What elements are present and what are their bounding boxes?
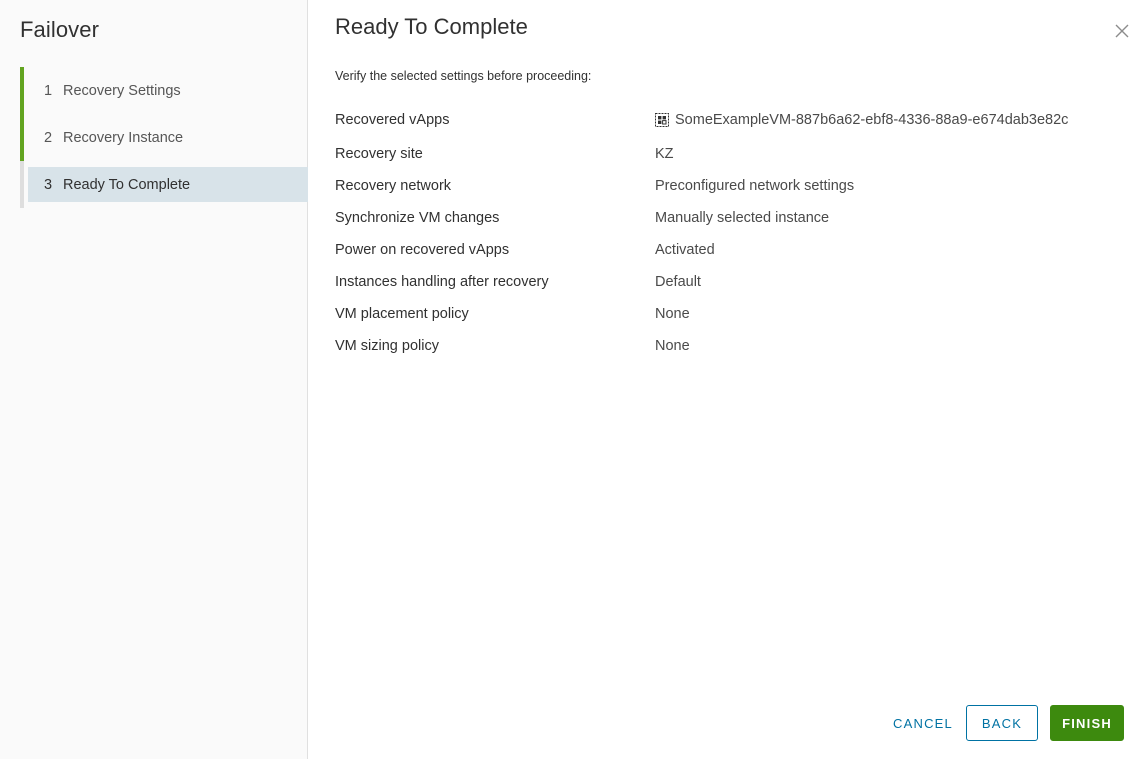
step-label: Ready To Complete [63,176,191,193]
step-number: 3 [44,176,53,193]
summary-row: Power on recovered vApps Activated [335,242,1135,274]
page-subtitle: Verify the selected settings before proc… [335,69,592,83]
summary-key: Instances handling after recovery [335,274,549,290]
summary-row: Recovered vApps SomeExampleVM-887b6a62-e… [335,112,1135,146]
step-progress-bar [20,114,24,161]
summary-value: Manually selected instance [655,210,830,226]
summary-row: Instances handling after recovery Defaul… [335,274,1135,306]
step-recovery-instance[interactable]: 2 Recovery Instance [20,114,308,161]
summary-row: VM sizing policy None [335,338,1135,370]
close-icon[interactable] [1113,22,1131,40]
summary-value: SomeExampleVM-887b6a62-ebf8-4336-88a9-e6… [655,112,1068,128]
summary-row: Recovery network Preconfigured network s… [335,178,1135,210]
summary-row: Synchronize VM changes Manually selected… [335,210,1135,242]
wizard-footer: CANCEL BACK FINISH [888,705,1124,741]
back-button[interactable]: BACK [966,705,1038,741]
summary-value: None [655,338,690,354]
wizard-steps: 1 Recovery Settings 2 Recovery Instance … [20,67,308,208]
summary-key: VM placement policy [335,306,469,322]
step-progress-bar [20,67,24,114]
page-title: Ready To Complete [335,14,528,39]
cancel-button[interactable]: CANCEL [888,705,958,741]
summary-value: Default [655,274,701,290]
step-number: 2 [44,129,53,146]
step-label: Recovery Settings [63,82,181,99]
summary-row: Recovery site KZ [335,146,1135,178]
step-label: Recovery Instance [63,129,184,146]
wizard-sidebar: Failover 1 Recovery Settings 2 Recovery … [0,0,308,759]
summary-key: Recovery network [335,178,452,194]
summary-table: Recovered vApps SomeExampleVM-887b6a62-e… [335,112,1135,370]
summary-key: Power on recovered vApps [335,242,510,258]
step-ready-to-complete[interactable]: 3 Ready To Complete [20,161,308,208]
finish-button[interactable]: FINISH [1050,705,1124,741]
vapp-name: SomeExampleVM-887b6a62-ebf8-4336-88a9-e6… [675,112,1069,128]
summary-key: Recovered vApps [335,112,450,128]
wizard-content: Ready To Complete Verify the selected se… [308,0,1141,759]
step-progress-bar [20,161,24,208]
summary-value: None [655,306,690,322]
summary-key: Synchronize VM changes [335,210,500,226]
step-number: 1 [44,82,53,99]
summary-key: Recovery site [335,146,423,162]
summary-value: Activated [655,242,715,258]
wizard-title: Failover [20,17,100,42]
summary-value: KZ [655,146,674,162]
summary-key: VM sizing policy [335,338,439,354]
vapp-icon [655,113,669,127]
step-recovery-settings[interactable]: 1 Recovery Settings [20,67,308,114]
summary-row: VM placement policy None [335,306,1135,338]
summary-value: Preconfigured network settings [655,178,855,194]
